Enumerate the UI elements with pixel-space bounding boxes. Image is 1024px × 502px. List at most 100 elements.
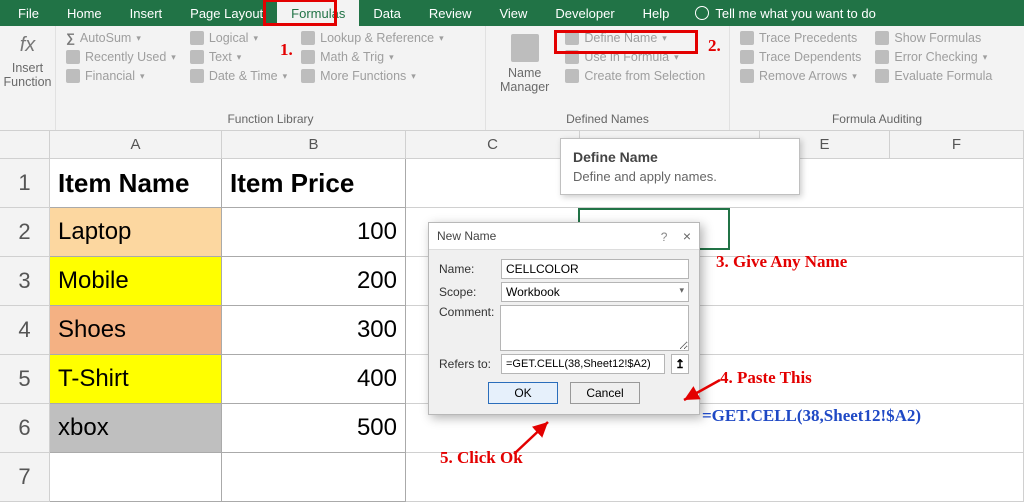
dialog-close-button[interactable]: × (683, 228, 691, 244)
row-header-1[interactable]: 1 (0, 159, 50, 208)
group-function-library: ∑AutoSum Recently Used Financial Logical… (56, 26, 486, 130)
cell-a2[interactable]: Laptop (50, 208, 222, 257)
row-header-2[interactable]: 2 (0, 208, 50, 257)
financial-button[interactable]: Financial (62, 68, 180, 84)
trace-dependents-icon (740, 50, 754, 64)
recent-label: Recently Used (85, 50, 166, 64)
define-name-icon (565, 31, 579, 45)
tab-file[interactable]: File (4, 0, 53, 26)
col-header-c[interactable]: C (406, 131, 580, 159)
datetime-button[interactable]: Date & Time (186, 68, 291, 84)
lookup-icon (301, 31, 315, 45)
evaluate-formula-icon (875, 69, 889, 83)
remove-arrows-label: Remove Arrows (759, 69, 847, 83)
trace-dependents-label: Trace Dependents (759, 50, 861, 64)
insert-function-button[interactable]: fx Insert Function (6, 30, 49, 94)
col-header-f[interactable]: F (890, 131, 1024, 159)
cell-b6[interactable]: 500 (222, 404, 406, 453)
define-name-button[interactable]: Define Name (561, 30, 709, 46)
name-manager-button[interactable]: Name Manager (492, 30, 557, 99)
create-selection-icon (565, 69, 579, 83)
evaluate-formula-button[interactable]: Evaluate Formula (871, 68, 996, 84)
more-label: More Functions (320, 69, 406, 83)
row-header-3[interactable]: 3 (0, 257, 50, 306)
range-picker-button[interactable]: ↥ (671, 354, 689, 374)
bulb-icon (695, 6, 709, 20)
cancel-button[interactable]: Cancel (570, 382, 640, 404)
tab-home[interactable]: Home (53, 0, 116, 26)
tab-review[interactable]: Review (415, 0, 486, 26)
remove-arrows-button[interactable]: Remove Arrows (736, 68, 865, 84)
callout-1: 1. (280, 40, 293, 60)
select-all-cell[interactable] (0, 131, 50, 159)
tab-view[interactable]: View (485, 0, 541, 26)
group-defined-names: Name Manager Define Name Use in Formula … (486, 26, 730, 130)
financial-icon (66, 69, 80, 83)
math-icon (301, 50, 315, 64)
group-formula-auditing: Trace Precedents Trace Dependents Remove… (730, 26, 1024, 130)
tab-help[interactable]: Help (629, 0, 684, 26)
comment-textarea[interactable] (500, 305, 689, 351)
cell-a1[interactable]: Item Name (50, 159, 222, 208)
lookup-button[interactable]: Lookup & Reference (297, 30, 448, 46)
recently-used-button[interactable]: Recently Used (62, 49, 180, 65)
autosum-button[interactable]: ∑AutoSum (62, 30, 180, 46)
create-from-selection-button[interactable]: Create from Selection (561, 68, 709, 84)
cell-b5[interactable]: 400 (222, 355, 406, 404)
tab-data[interactable]: Data (359, 0, 414, 26)
logical-icon (190, 31, 204, 45)
name-manager-icon (511, 34, 539, 62)
scope-value: Workbook (506, 285, 560, 299)
tab-pagelayout[interactable]: Page Layout (176, 0, 277, 26)
row-header-6[interactable]: 6 (0, 404, 50, 453)
evaluate-formula-label: Evaluate Formula (894, 69, 992, 83)
name-field-input[interactable] (501, 259, 689, 279)
function-library-group-label: Function Library (62, 110, 479, 130)
datetime-label: Date & Time (209, 69, 278, 83)
more-functions-button[interactable]: More Functions (297, 68, 448, 84)
callout-formula: =GET.CELL(38,Sheet12!$A2) (702, 406, 921, 426)
error-checking-label: Error Checking (894, 50, 977, 64)
row-header-5[interactable]: 5 (0, 355, 50, 404)
trace-precedents-button[interactable]: Trace Precedents (736, 30, 865, 46)
dialog-help-icon[interactable]: ? (661, 230, 668, 244)
comment-field-label: Comment: (439, 305, 494, 319)
show-formulas-button[interactable]: Show Formulas (871, 30, 996, 46)
insert-function-label: Insert Function (4, 62, 52, 90)
cell-b4[interactable]: 300 (222, 306, 406, 355)
define-name-label: Define Name (584, 31, 657, 45)
tooltip-title: Define Name (573, 149, 787, 165)
cell-b2[interactable]: 100 (222, 208, 406, 257)
tooltip-body: Define and apply names. (573, 169, 787, 184)
trace-dependents-button[interactable]: Trace Dependents (736, 49, 865, 65)
text-button[interactable]: Text (186, 49, 291, 65)
logical-button[interactable]: Logical (186, 30, 291, 46)
cell-a7[interactable] (50, 453, 222, 502)
math-button[interactable]: Math & Trig (297, 49, 448, 65)
ok-button[interactable]: OK (488, 382, 558, 404)
tab-developer[interactable]: Developer (541, 0, 628, 26)
column-headers: A B C D E F (0, 131, 1024, 159)
tab-formulas[interactable]: Formulas (277, 0, 359, 26)
cell-a3[interactable]: Mobile (50, 257, 222, 306)
tell-me-search[interactable]: Tell me what you want to do (683, 0, 889, 26)
cell-b1[interactable]: Item Price (222, 159, 406, 208)
col-header-a[interactable]: A (50, 131, 222, 159)
tab-insert[interactable]: Insert (116, 0, 177, 26)
datetime-icon (190, 69, 204, 83)
cell-b3[interactable]: 200 (222, 257, 406, 306)
trace-precedents-icon (740, 31, 754, 45)
cell-a5[interactable]: T-Shirt (50, 355, 222, 404)
use-in-formula-button[interactable]: Use in Formula (561, 49, 709, 65)
ribbon-tabs: File Home Insert Page Layout Formulas Da… (0, 0, 1024, 26)
dialog-titlebar[interactable]: New Name ? × (429, 223, 699, 250)
row-header-7[interactable]: 7 (0, 453, 50, 502)
cell-b7[interactable] (222, 453, 406, 502)
row-header-4[interactable]: 4 (0, 306, 50, 355)
cell-a6[interactable]: xbox (50, 404, 222, 453)
refers-to-input[interactable] (501, 354, 665, 374)
error-checking-button[interactable]: Error Checking (871, 49, 996, 65)
col-header-b[interactable]: B (222, 131, 406, 159)
cell-a4[interactable]: Shoes (50, 306, 222, 355)
scope-select[interactable]: Workbook (501, 282, 689, 302)
